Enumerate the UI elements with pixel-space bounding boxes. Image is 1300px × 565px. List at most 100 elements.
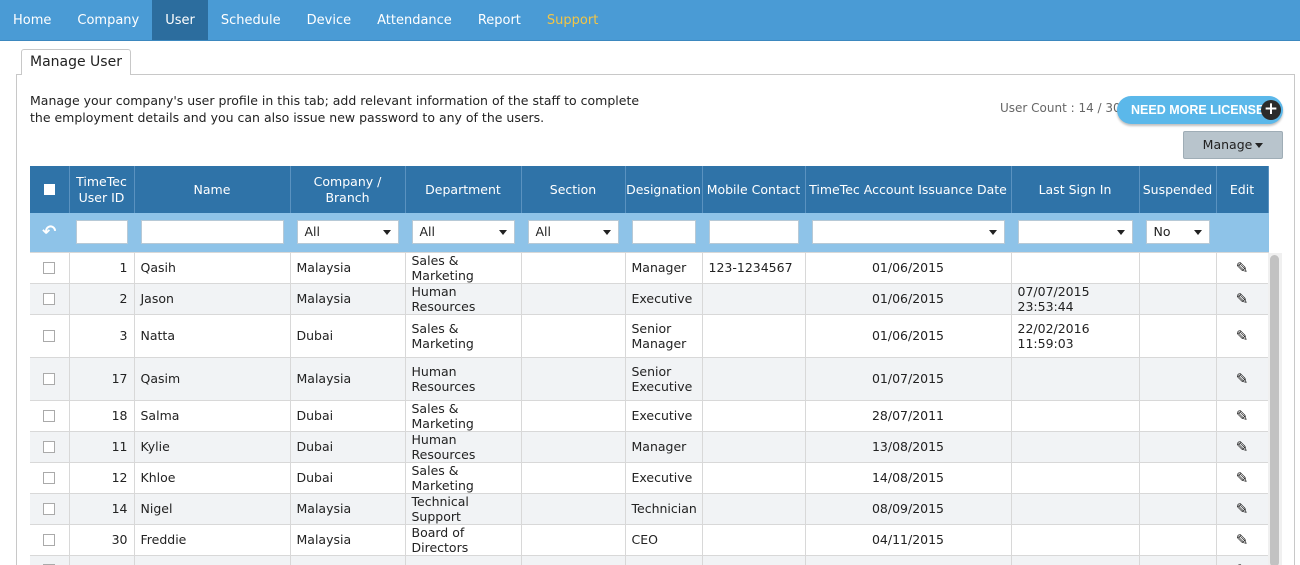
cell-mobile: 123-1234567 [702, 252, 806, 284]
pencil-icon[interactable]: ✎ [1223, 370, 1262, 388]
pencil-icon[interactable]: ✎ [1223, 438, 1262, 456]
page-description: Manage your company's user profile in th… [30, 93, 640, 125]
row-checkbox[interactable] [43, 292, 56, 305]
nav-support[interactable]: Support [534, 0, 611, 40]
col-mobile[interactable]: Mobile Contact [702, 166, 806, 213]
table-row[interactable]: 17 Qasim Malaysia Human Resources Senior… [30, 357, 1269, 401]
cell-section [521, 357, 626, 401]
col-last-sign-in[interactable]: Last Sign In [1011, 166, 1140, 213]
nav-company[interactable]: Company [64, 0, 152, 40]
pencil-icon[interactable]: ✎ [1223, 500, 1262, 518]
cell-department: Technical Support [405, 493, 522, 525]
col-name[interactable]: Name [134, 166, 291, 213]
chevron-down-icon [1255, 143, 1264, 148]
pencil-icon[interactable]: ✎ [1223, 531, 1262, 549]
cell-last-sign-in [1011, 493, 1140, 525]
row-checkbox[interactable] [43, 440, 56, 453]
filter-suspended-select[interactable]: No [1145, 220, 1210, 245]
cell-mobile [702, 462, 806, 494]
cell-name: Freddie [134, 524, 291, 556]
filter-section-select[interactable]: All [527, 220, 619, 245]
cell-company: Malaysia [290, 357, 406, 401]
pencil-icon[interactable]: ✎ [1223, 259, 1262, 277]
table-row[interactable]: 14 Nigel Malaysia Technical Support Tech… [30, 493, 1269, 525]
cell-department [405, 555, 522, 565]
manage-dropdown-button[interactable]: Manage [1183, 131, 1283, 159]
pencil-icon[interactable]: ✎ [1223, 407, 1262, 425]
table-row[interactable]: 11 Kylie Dubai Human Resources Manager 1… [30, 431, 1269, 463]
cell-suspended [1139, 357, 1217, 401]
cell-mobile [702, 431, 806, 463]
table-row[interactable]: 3 Natta Dubai Sales & Marketing Senior Ma… [30, 314, 1269, 358]
cell-department: Human Resources [405, 431, 522, 463]
cell-user-id: 30 [69, 524, 135, 556]
col-designation[interactable]: Designation [625, 166, 703, 213]
filter-last-sign-in-select[interactable] [1017, 220, 1133, 245]
nav-device[interactable]: Device [294, 0, 364, 40]
cell-department: Board of Directors [405, 524, 522, 556]
table-row[interactable]: 12 Khloe Dubai Sales & Marketing Executi… [30, 462, 1269, 494]
select-all-header[interactable] [30, 166, 70, 213]
license-button-label: NEED MORE LICENSE? [1131, 103, 1272, 117]
chevron-down-icon [382, 230, 391, 236]
pencil-icon[interactable]: ✎ [1223, 469, 1262, 487]
cell-mobile [702, 555, 806, 565]
filter-user-id-input[interactable] [75, 220, 128, 245]
pencil-icon[interactable]: ✎ [1223, 290, 1262, 308]
nav-schedule[interactable]: Schedule [208, 0, 294, 40]
filter-row: ↶ All All All No [30, 213, 1269, 253]
col-issuance-date[interactable]: TimeTec Account Issuance Date [805, 166, 1012, 213]
plus-circle-icon: + [1261, 100, 1281, 120]
nav-home[interactable]: Home [0, 0, 64, 40]
row-checkbox[interactable] [43, 261, 56, 274]
need-more-license-button[interactable]: NEED MORE LICENSE? + [1117, 96, 1283, 124]
row-checkbox[interactable] [43, 329, 56, 342]
nav-attendance[interactable]: Attendance [364, 0, 465, 40]
row-checkbox[interactable] [43, 471, 56, 484]
row-checkbox[interactable] [43, 502, 56, 515]
tab-manage-user[interactable]: Manage User [21, 49, 131, 75]
row-checkbox[interactable] [43, 533, 56, 546]
table-row[interactable]: 30 Freddie Malaysia Board of Directors C… [30, 524, 1269, 556]
filter-mobile-input[interactable] [708, 220, 799, 245]
cell-user-id: 14 [69, 493, 135, 525]
reset-filter-icon[interactable]: ↶ [36, 222, 63, 242]
col-suspended[interactable]: Suspended [1139, 166, 1217, 213]
designation-line2: Manager [631, 335, 687, 351]
cell-last-sign-in: 07/07/2015 23:53:44 [1011, 283, 1140, 315]
table-row[interactable]: 18 Salma Dubai Sales & Marketing Executi… [30, 400, 1269, 432]
cell-department: Sales & Marketing [405, 252, 522, 284]
filter-department-select[interactable]: All [411, 220, 515, 245]
col-section[interactable]: Section [521, 166, 626, 213]
cell-designation: Executive [625, 283, 703, 315]
nav-report[interactable]: Report [465, 0, 534, 40]
cell-section [521, 462, 626, 494]
filter-issuance-select[interactable] [811, 220, 1005, 245]
cell-suspended [1139, 252, 1217, 284]
col-department[interactable]: Department [405, 166, 522, 213]
select-all-checkbox[interactable] [43, 184, 55, 195]
col-user-id[interactable]: TimeTec User ID [69, 166, 135, 213]
cell-company: Dubai [290, 400, 406, 432]
filter-designation-input[interactable] [631, 220, 696, 245]
cell-department: Sales & Marketing [405, 462, 522, 494]
cell-name: Kylie [134, 431, 291, 463]
filter-company-select[interactable]: All [296, 220, 399, 245]
table-row[interactable]: 2 Jason Malaysia Human Resources Executi… [30, 283, 1269, 315]
row-checkbox[interactable] [43, 372, 56, 385]
scrollbar-thumb[interactable] [1270, 255, 1279, 565]
filter-company-value: All [304, 224, 321, 240]
cell-section [521, 493, 626, 525]
table-row[interactable]: 1 Qasih Malaysia Sales & Marketing Manag… [30, 252, 1269, 284]
nav-user[interactable]: User [152, 0, 208, 40]
filter-name-input[interactable] [140, 220, 284, 245]
col-company[interactable]: Company / Branch [290, 166, 406, 213]
cell-department: Sales & Marketing [405, 314, 522, 358]
row-checkbox[interactable] [43, 409, 56, 422]
table-row[interactable]: 123 azxc 16/11/2015 ✎ [30, 555, 1269, 565]
cell-issuance-date: 04/11/2015 [805, 524, 1012, 556]
cell-company: Malaysia [290, 283, 406, 315]
pencil-icon[interactable]: ✎ [1223, 561, 1262, 565]
cell-mobile [702, 400, 806, 432]
pencil-icon[interactable]: ✎ [1223, 327, 1262, 345]
